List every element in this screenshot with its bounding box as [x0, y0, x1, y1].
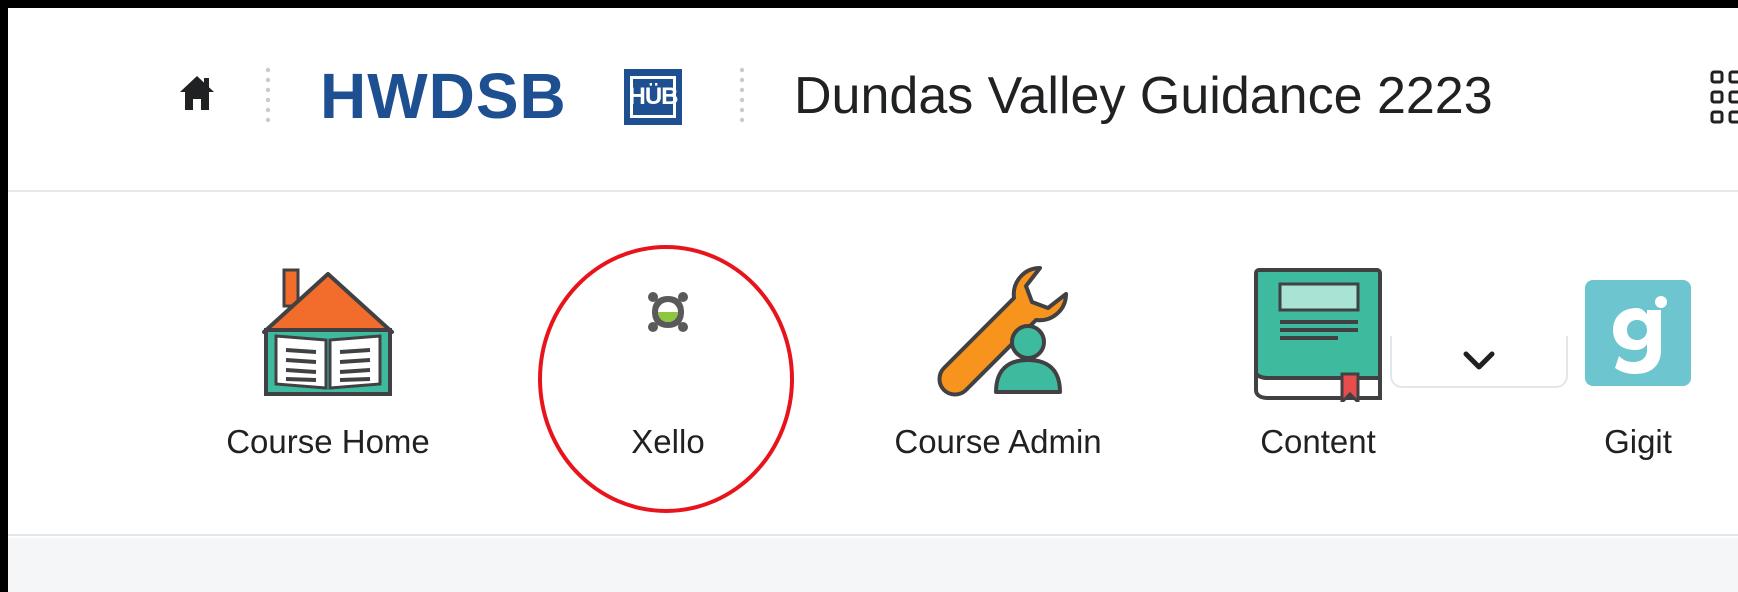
hwdsb-logo-text[interactable]: HWDSB [320, 58, 567, 134]
content-area [8, 538, 1738, 592]
nav-item-xello[interactable]: Xello [548, 194, 788, 494]
nav-item-course-home[interactable]: Course Home [208, 194, 448, 494]
nav-label: Course Admin [894, 423, 1102, 460]
gigit-icon [1585, 280, 1691, 386]
more-nav-button[interactable] [1390, 336, 1568, 388]
chevron-down-icon [1463, 351, 1495, 370]
xello-icon [648, 292, 688, 332]
content-book-icon [1254, 268, 1382, 402]
header-separator [739, 67, 745, 123]
nav-label: Gigit [1604, 423, 1672, 460]
top-header: HWDSB HÜB Dundas Valley Guidance 2223 [8, 8, 1738, 192]
nav-label: Course Home [226, 423, 430, 460]
waffle-grid-icon[interactable] [1708, 68, 1738, 128]
home-icon[interactable] [178, 72, 216, 114]
hub-logo-badge[interactable]: HÜB [624, 69, 682, 125]
nav-label: Content [1260, 423, 1376, 460]
course-home-icon [262, 268, 394, 396]
header-separator [265, 67, 271, 123]
course-admin-icon [937, 266, 1068, 397]
course-title[interactable]: Dundas Valley Guidance 2223 [794, 64, 1493, 128]
hub-badge-label: HÜB [629, 76, 679, 118]
app-frame: HWDSB HÜB Dundas Valley Guidance 2223 Co… [8, 8, 1738, 592]
nav-label: Xello [631, 423, 705, 460]
nav-item-course-admin[interactable]: Course Admin [868, 194, 1128, 494]
